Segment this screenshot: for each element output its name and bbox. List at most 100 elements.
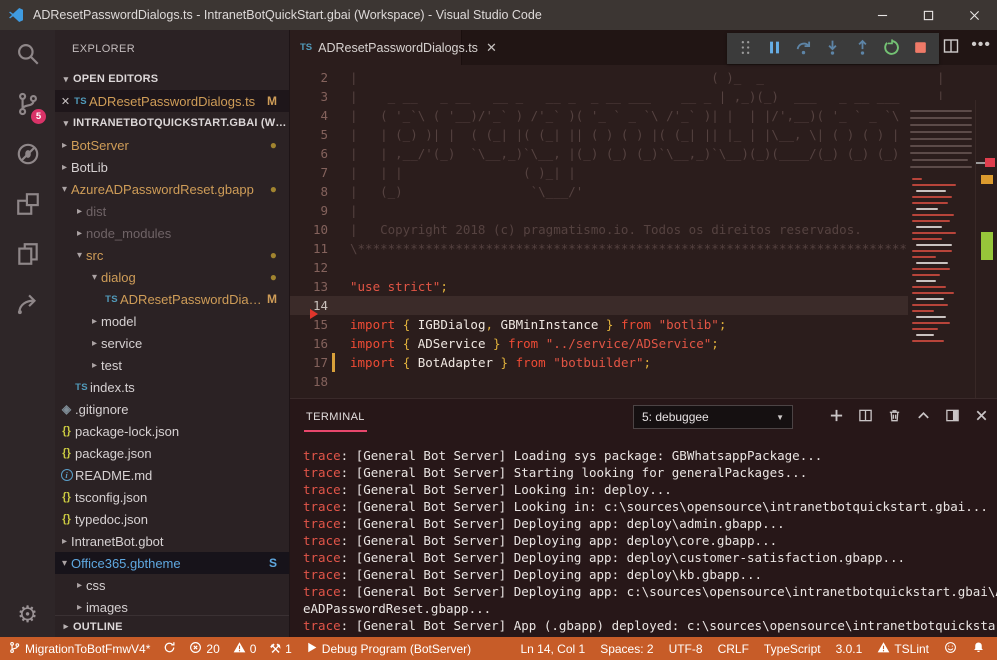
status-ts-version[interactable]: 3.0.1 (836, 642, 863, 656)
code-line[interactable]: 14 (290, 296, 997, 315)
tree-item[interactable]: ▾dialog● (55, 266, 289, 288)
open-editor-item[interactable]: ✕TSADResetPasswordDialogs.tsM (55, 90, 289, 112)
minimize-button[interactable] (859, 0, 905, 30)
status-eol[interactable]: CRLF (718, 642, 749, 656)
panel-position-button[interactable] (945, 408, 960, 426)
code-line[interactable]: 2| ( )_ _ | (290, 68, 997, 87)
tree-item[interactable]: ▾AzureADPasswordReset.gbapp● (55, 178, 289, 200)
overview-ruler[interactable] (975, 100, 997, 398)
tree-item[interactable]: ▸model (55, 310, 289, 332)
code-line[interactable]: 5| | (_) )| | ( (_| |( (_| || ( ) ( ) |(… (290, 125, 997, 144)
activity-item-search[interactable] (0, 30, 55, 80)
tree-item[interactable]: {}package-lock.json (55, 420, 289, 442)
outline-header[interactable]: ▸ OUTLINE (55, 615, 289, 637)
status-notifications[interactable] (972, 641, 985, 657)
split-terminal-button[interactable] (858, 408, 873, 426)
new-terminal-button[interactable] (829, 408, 844, 426)
code-line[interactable]: 8| (_) `\___/' | (290, 182, 997, 201)
tree-item[interactable]: ▸css (55, 574, 289, 596)
tree-item[interactable]: ▸dist (55, 200, 289, 222)
code-text: "use strict"; (350, 277, 448, 296)
terminal-output[interactable]: trace: [General Bot Server] Loading sys … (290, 435, 997, 638)
activity-item-extensions[interactable] (0, 180, 55, 230)
more-actions-button[interactable]: ••• (971, 36, 991, 60)
minimap-line (910, 152, 972, 154)
code-line[interactable]: 9| | (290, 201, 997, 220)
tree-item[interactable]: ▸BotServer● (55, 134, 289, 156)
modified-dot-icon: ● (270, 248, 277, 262)
activity-item-settings[interactable]: ⚙ (0, 597, 55, 631)
close-panel-button[interactable] (974, 408, 989, 426)
tree-item[interactable]: ▸IntranetBot.gbot (55, 530, 289, 552)
tree-item[interactable]: ◈.gitignore (55, 398, 289, 420)
tab-terminal[interactable]: TERMINAL (304, 402, 367, 432)
close-button[interactable] (951, 0, 997, 30)
editor-tab[interactable]: TS ADResetPasswordDialogs.ts ✕ (290, 30, 462, 65)
close-icon (974, 411, 989, 426)
status-git-branch[interactable]: MigrationToBotFmwV4* (8, 641, 150, 657)
tree-item[interactable]: TSADResetPasswordDialogs.tsM (55, 288, 289, 310)
open-editors-header[interactable]: ▾ OPEN EDITORS (55, 68, 289, 90)
status-sync[interactable] (163, 641, 176, 657)
tree-item[interactable]: iREADME.md (55, 464, 289, 486)
activity-item-source-control[interactable]: 5 (0, 80, 55, 130)
tree-item[interactable]: ▸service (55, 332, 289, 354)
minimap-line (910, 131, 972, 133)
tab-close-icon[interactable]: ✕ (486, 40, 497, 56)
code-line[interactable]: 13"use strict"; (290, 277, 997, 296)
kill-terminal-button[interactable] (887, 408, 902, 426)
code-line[interactable]: 18 (290, 372, 997, 391)
tree-item[interactable]: ▸BotLib (55, 156, 289, 178)
chevron-up-icon (916, 411, 931, 426)
code-line[interactable]: 4| ( '_`\ ( '__)/'_` ) /'_` )( '_ ` _ `\… (290, 106, 997, 125)
drag-grip-button[interactable] (734, 37, 758, 61)
tree-item[interactable]: ▾Office365.gbthemeS (55, 552, 289, 574)
status-debug-launch[interactable]: Debug Program (BotServer) (305, 641, 471, 657)
code-line[interactable]: 7| | | ( )_| | | (290, 163, 997, 182)
status-encoding[interactable]: UTF-8 (669, 642, 703, 656)
code-line[interactable]: 12 (290, 258, 997, 277)
status-feedback[interactable] (944, 641, 957, 657)
status-errors[interactable]: 20 (189, 641, 219, 657)
restart-button[interactable] (879, 37, 903, 61)
pause-button[interactable] (763, 37, 787, 61)
close-editor-icon[interactable]: ✕ (59, 95, 72, 108)
code-line[interactable]: 3| _ __ _ __ __ _ __ _ _ __ ___ __ _ | ,… (290, 87, 997, 106)
activity-item-debug[interactable] (0, 130, 55, 180)
status-language-mode[interactable]: TypeScript (764, 642, 821, 656)
activity-item-documents[interactable] (0, 230, 55, 280)
tree-item[interactable]: {}typedoc.json (55, 508, 289, 530)
code-line[interactable]: 16import { ADService } from "../service/… (290, 334, 997, 353)
stop-button[interactable] (908, 37, 932, 61)
tree-item[interactable]: ▾src● (55, 244, 289, 266)
code-line[interactable]: 6| | ,__/'(_) `\__,_)`\__, |(_) (_) (_)`… (290, 144, 997, 163)
maximize-panel-button[interactable] (916, 408, 931, 426)
status-indentation[interactable]: Spaces: 2 (600, 642, 653, 656)
status-tools[interactable]: ⚒1 (269, 642, 291, 656)
status-warnings[interactable]: 0 (233, 641, 257, 657)
tree-item[interactable]: ▸test (55, 354, 289, 376)
tree-item[interactable]: {}package.json (55, 442, 289, 464)
vscode-logo-icon (8, 7, 24, 23)
step-out-button[interactable] (850, 37, 874, 61)
maximize-button[interactable] (905, 0, 951, 30)
code-line[interactable]: 11\*************************************… (290, 239, 997, 258)
code-line[interactable]: 15import { IGBDialog, GBMinInstance } fr… (290, 315, 997, 334)
minimap[interactable] (908, 100, 975, 398)
terminal-selector[interactable]: 5: debuggee ▼ (633, 405, 793, 429)
code-line[interactable]: 17import { BotAdapter } from "botbuilder… (290, 353, 997, 372)
status-tslint[interactable]: TSLint (877, 641, 929, 657)
code-line[interactable]: 10| Copyright 2018 (c) pragmatismo.io. T… (290, 220, 997, 239)
tree-item[interactable]: TSindex.ts (55, 376, 289, 398)
status-cursor-position[interactable]: Ln 14, Col 1 (520, 642, 585, 656)
tab-label: ADResetPasswordDialogs.ts (318, 41, 478, 55)
activity-item-share[interactable] (0, 280, 55, 330)
workspace-header[interactable]: ▾ INTRANETBOTQUICKSTART.GBAI (WORKSPACE) (55, 112, 289, 134)
tree-item[interactable]: ▸node_modules (55, 222, 289, 244)
split-editor-button[interactable] (943, 38, 959, 57)
step-into-button[interactable] (821, 37, 845, 61)
tree-item[interactable]: {}tsconfig.json (55, 486, 289, 508)
code-editor[interactable]: 2| ( )_ _ |3| _ __ _ __ __ _ __ _ _ __ _… (290, 65, 997, 398)
tree-item-label: IntranetBot.gbot (71, 534, 289, 549)
step-over-button[interactable] (792, 37, 816, 61)
